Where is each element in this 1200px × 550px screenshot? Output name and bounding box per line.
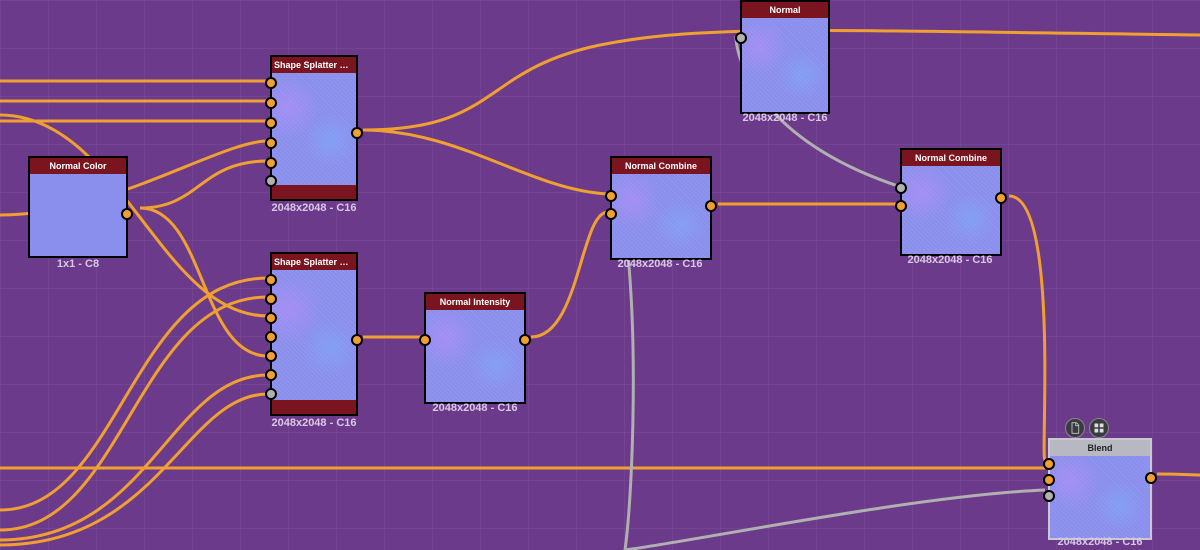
output-port[interactable] (121, 208, 133, 220)
node-caption: 2048x2048 - C16 (890, 254, 1010, 266)
node-title: Normal Combine (902, 150, 1000, 166)
input-port[interactable] (265, 117, 277, 129)
input-port[interactable] (1043, 458, 1055, 470)
input-port[interactable] (419, 334, 431, 346)
node-caption: 2048x2048 - C16 (600, 258, 720, 270)
output-port[interactable] (995, 192, 1007, 204)
input-port[interactable] (265, 331, 277, 343)
node-normal-intensity[interactable]: Normal Intensity (424, 292, 526, 404)
node-preview (902, 166, 1000, 254)
palette-icon[interactable] (1089, 418, 1109, 438)
node-preview (1050, 456, 1150, 538)
input-port[interactable] (895, 182, 907, 194)
node-caption: 2048x2048 - C16 (725, 112, 845, 124)
input-port[interactable] (265, 274, 277, 286)
input-port[interactable] (1043, 490, 1055, 502)
node-title: Shape Splatter Blend C... (272, 254, 356, 270)
input-port[interactable] (265, 312, 277, 324)
input-port[interactable] (265, 369, 277, 381)
output-port[interactable] (351, 334, 363, 346)
output-port[interactable] (1145, 472, 1157, 484)
node-preview (742, 18, 828, 112)
node-shape-splatter-1[interactable]: Shape Splatter Blend C... (270, 55, 358, 201)
node-footer (272, 185, 356, 199)
node-footer (272, 400, 356, 414)
output-port[interactable] (351, 127, 363, 139)
graph-canvas[interactable] (0, 0, 1200, 550)
node-normal-combine-2[interactable]: Normal Combine (900, 148, 1002, 256)
node-preview (272, 73, 356, 185)
input-port[interactable] (895, 200, 907, 212)
node-title: Normal Intensity (426, 294, 524, 310)
input-port[interactable] (265, 97, 277, 109)
node-normal[interactable]: Normal (740, 0, 830, 114)
node-caption: 1x1 - C8 (18, 258, 138, 270)
node-caption: 2048x2048 - C16 (254, 202, 374, 214)
node-preview (612, 174, 710, 258)
input-port[interactable] (265, 350, 277, 362)
node-caption: 2048x2048 - C16 (254, 417, 374, 429)
node-normal-combine-1[interactable]: Normal Combine (610, 156, 712, 260)
node-caption: 2048x2048 - C16 (1040, 536, 1160, 548)
node-shape-splatter-2[interactable]: Shape Splatter Blend C... (270, 252, 358, 416)
input-port[interactable] (265, 137, 277, 149)
node-caption: 2048x2048 - C16 (415, 402, 535, 414)
input-port[interactable] (265, 77, 277, 89)
input-port[interactable] (735, 32, 747, 44)
node-title: Normal Color (30, 158, 126, 174)
node-preview (426, 310, 524, 402)
input-port[interactable] (265, 388, 277, 400)
node-title: Normal Combine (612, 158, 710, 174)
input-port[interactable] (265, 293, 277, 305)
node-title: Normal (742, 2, 828, 18)
input-port[interactable] (265, 175, 277, 187)
document-icon[interactable] (1065, 418, 1085, 438)
output-port[interactable] (705, 200, 717, 212)
output-port[interactable] (519, 334, 531, 346)
node-normal-color[interactable]: Normal Color (28, 156, 128, 258)
node-title: Blend (1050, 440, 1150, 456)
node-blend[interactable]: Blend (1048, 438, 1152, 540)
input-port[interactable] (605, 190, 617, 202)
input-port[interactable] (265, 157, 277, 169)
input-port[interactable] (1043, 474, 1055, 486)
input-port[interactable] (605, 208, 617, 220)
node-title: Shape Splatter Blend C... (272, 57, 356, 73)
node-preview (30, 174, 126, 256)
node-preview (272, 270, 356, 400)
